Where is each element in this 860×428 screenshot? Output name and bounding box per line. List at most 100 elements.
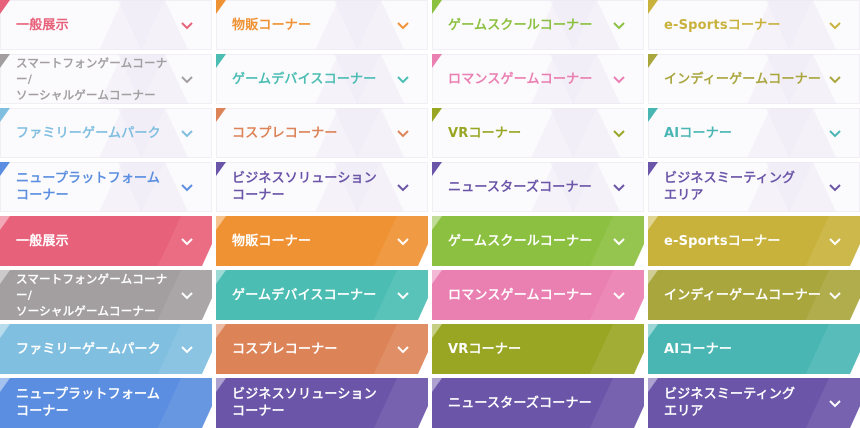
area-label: ニュースターズコーナー [448, 395, 592, 411]
area-button-indie-light[interactable]: インディーゲームコーナー [648, 54, 860, 104]
chevron-down-icon [612, 128, 626, 138]
corner-accent [0, 324, 10, 338]
chevron-down-icon [828, 20, 842, 30]
area-label: ゲームデバイスコーナー [232, 71, 377, 87]
corner-accent [0, 270, 10, 284]
area-button-indie-active[interactable]: インディーゲームコーナー [648, 270, 860, 320]
area-label: ビジネスソリューション コーナー [232, 387, 377, 419]
corner-accent [216, 324, 226, 338]
area-button-general-active[interactable]: 一般展示 [0, 216, 212, 266]
corner-accent [432, 108, 442, 122]
area-button-cosplay-active[interactable]: コスプレコーナー [216, 324, 428, 374]
chevron-down-icon [180, 290, 194, 300]
area-button-merch-active[interactable]: 物販コーナー [216, 216, 428, 266]
chevron-down-icon [612, 236, 626, 246]
corner-accent [216, 0, 226, 14]
corner-accent [432, 0, 442, 14]
area-label: ゲームデバイスコーナー [232, 287, 377, 303]
chevron-down-icon [828, 182, 842, 192]
tile-shade [341, 216, 428, 266]
area-button-new-stars-light[interactable]: ニュースターズコーナー [432, 162, 644, 212]
area-button-vr-active[interactable]: VRコーナー [432, 324, 644, 374]
area-label: スマートフォンゲームコーナー/ ソーシャルゲームコーナー [16, 272, 168, 318]
area-label: ロマンスゲームコーナー [448, 287, 593, 303]
corner-accent [432, 54, 442, 68]
area-button-business-meeting-active[interactable]: ビジネスミーティング エリア [648, 378, 860, 428]
corner-accent [648, 378, 658, 392]
corner-accent [432, 270, 442, 284]
area-label: AIコーナー [664, 125, 733, 141]
area-button-device-light[interactable]: ゲームデバイスコーナー [216, 54, 428, 104]
area-button-business-solution-active[interactable]: ビジネスソリューション コーナー [216, 378, 428, 428]
chevron-down-icon [828, 128, 842, 138]
area-label: コスプレコーナー [232, 125, 338, 141]
area-button-business-solution-light[interactable]: ビジネスソリューション コーナー [216, 162, 428, 212]
corner-accent [648, 216, 658, 230]
corner-accent [432, 378, 442, 392]
corner-accent [648, 108, 658, 122]
chevron-down-icon [180, 128, 194, 138]
area-label: 一般展示 [16, 233, 69, 249]
area-button-business-meeting-light[interactable]: ビジネスミーティング エリア [648, 162, 860, 212]
area-button-smartphone-active[interactable]: スマートフォンゲームコーナー/ ソーシャルゲームコーナー [0, 270, 212, 320]
area-label: インディーゲームコーナー [664, 71, 822, 87]
area-button-cosplay-light[interactable]: コスプレコーナー [216, 108, 428, 158]
corner-accent [216, 108, 226, 122]
chevron-down-icon [828, 398, 842, 408]
chevron-down-icon [828, 74, 842, 84]
area-button-romance-active[interactable]: ロマンスゲームコーナー [432, 270, 644, 320]
area-label: ニュープラットフォーム コーナー [16, 171, 161, 203]
chevron-down-icon [180, 182, 194, 192]
corner-accent [0, 54, 10, 68]
corner-accent [648, 162, 658, 176]
corner-accent [648, 54, 658, 68]
area-label: ビジネスミーティング エリア [664, 171, 796, 203]
area-button-general-light[interactable]: 一般展示 [0, 0, 212, 50]
area-button-device-active[interactable]: ゲームデバイスコーナー [216, 270, 428, 320]
area-button-school-active[interactable]: ゲームスクールコーナー [432, 216, 644, 266]
chevron-down-icon [180, 74, 194, 84]
area-label: インディーゲームコーナー [664, 287, 822, 303]
chevron-down-icon [612, 74, 626, 84]
area-label: ロマンスゲームコーナー [448, 71, 593, 87]
chevron-down-icon [612, 290, 626, 300]
area-label: ニュープラットフォーム コーナー [16, 387, 161, 419]
area-label: 一般展示 [16, 17, 69, 33]
area-button-smartphone-light[interactable]: スマートフォンゲームコーナー/ ソーシャルゲームコーナー [0, 54, 212, 104]
tile-shade [773, 324, 860, 374]
tile-shade [773, 216, 860, 266]
area-button-esports-light[interactable]: e-Sportsコーナー [648, 0, 860, 50]
tile-shade [125, 216, 212, 266]
area-label: VRコーナー [448, 341, 522, 357]
area-button-family-active[interactable]: ファミリーゲームパーク [0, 324, 212, 374]
chevron-down-icon [396, 128, 410, 138]
area-label: 物販コーナー [232, 233, 312, 249]
area-button-platform-active[interactable]: ニュープラットフォーム コーナー [0, 378, 212, 428]
area-button-new-stars-active[interactable]: ニュースターズコーナー [432, 378, 644, 428]
area-button-vr-light[interactable]: VRコーナー [432, 108, 644, 158]
area-button-esports-active[interactable]: e-Sportsコーナー [648, 216, 860, 266]
area-button-ai-light[interactable]: AIコーナー [648, 108, 860, 158]
chevron-down-icon [612, 20, 626, 30]
area-label: ゲームスクールコーナー [448, 233, 593, 249]
corner-accent [216, 378, 226, 392]
exhibition-area-grid: 一般展示 物販コーナー ゲームスクールコーナー e-Sportsコーナー スマー… [0, 0, 860, 428]
area-label: ニュースターズコーナー [448, 179, 592, 195]
corner-accent [216, 162, 226, 176]
area-label: スマートフォンゲームコーナー/ ソーシャルゲームコーナー [16, 56, 168, 102]
area-button-platform-light[interactable]: ニュープラットフォーム コーナー [0, 162, 212, 212]
area-label: e-Sportsコーナー [664, 233, 781, 249]
area-label: 物販コーナー [232, 17, 312, 33]
area-label: ビジネスミーティング エリア [664, 387, 796, 419]
area-button-school-light[interactable]: ゲームスクールコーナー [432, 0, 644, 50]
chevron-down-icon [396, 236, 410, 246]
area-label: コスプレコーナー [232, 341, 338, 357]
area-button-family-light[interactable]: ファミリーゲームパーク [0, 108, 212, 158]
corner-accent [216, 54, 226, 68]
chevron-down-icon [612, 182, 626, 192]
chevron-down-icon [396, 74, 410, 84]
chevron-down-icon [828, 236, 842, 246]
area-button-ai-active[interactable]: AIコーナー [648, 324, 860, 374]
area-button-romance-light[interactable]: ロマンスゲームコーナー [432, 54, 644, 104]
area-button-merch-light[interactable]: 物販コーナー [216, 0, 428, 50]
